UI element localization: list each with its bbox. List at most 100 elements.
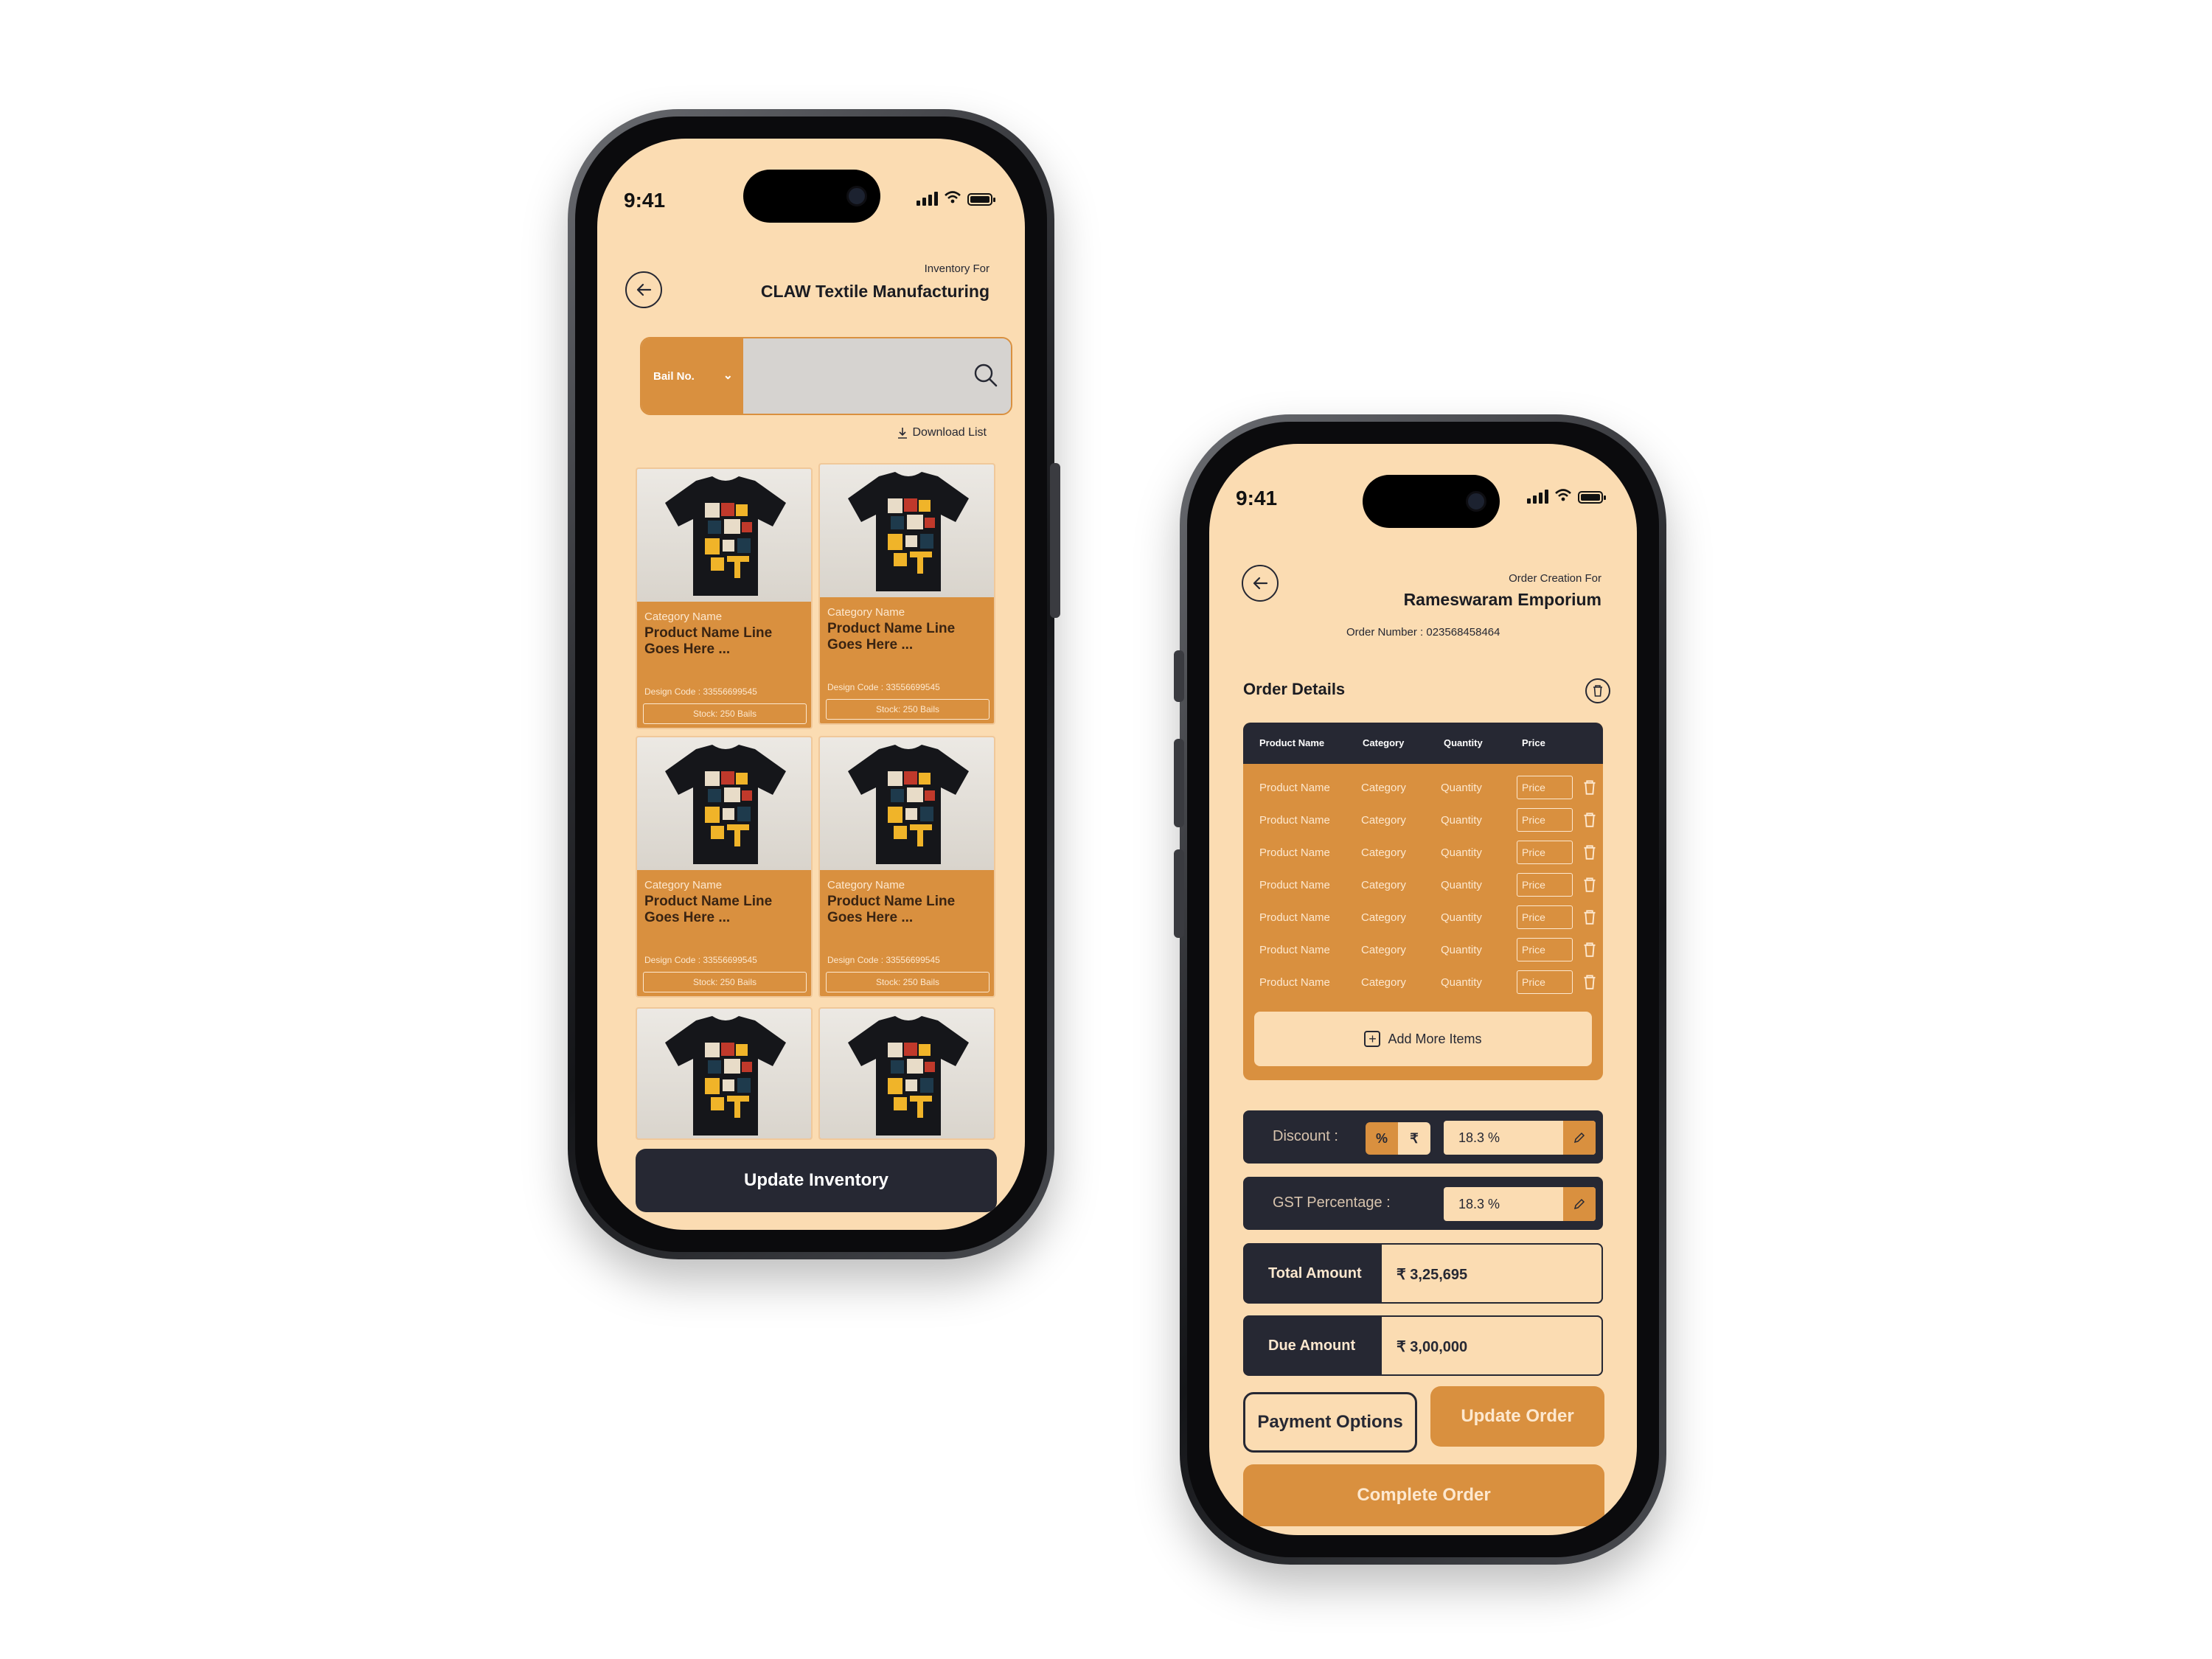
stock-badge: Stock: 250 Bails bbox=[643, 972, 807, 992]
price-input[interactable]: Price bbox=[1517, 970, 1573, 994]
delete-row-icon[interactable] bbox=[1582, 811, 1597, 829]
cell-quantity: Quantity bbox=[1441, 944, 1482, 956]
camera-icon bbox=[846, 186, 867, 206]
edit-gst-button[interactable] bbox=[1563, 1187, 1596, 1221]
price-input[interactable]: Price bbox=[1517, 873, 1573, 897]
cell-category: Category bbox=[1361, 782, 1406, 794]
price-input[interactable]: Price bbox=[1517, 905, 1573, 929]
product-category: Category Name bbox=[644, 879, 723, 891]
product-card[interactable]: Category Name Product Name Line Goes Her… bbox=[818, 736, 995, 998]
dynamic-island bbox=[743, 170, 880, 223]
order-number: Order Number : 023568458464 bbox=[1346, 626, 1500, 639]
status-time: 9:41 bbox=[624, 189, 666, 212]
complete-order-button[interactable]: Complete Order bbox=[1243, 1464, 1604, 1526]
status-time: 9:41 bbox=[1236, 487, 1278, 509]
signal-icon bbox=[917, 192, 938, 206]
cell-product: Product Name bbox=[1259, 976, 1330, 989]
stock-badge: Stock: 250 Bails bbox=[826, 699, 990, 720]
action-button bbox=[1174, 650, 1184, 702]
price-input[interactable]: Price bbox=[1517, 841, 1573, 864]
table-row: Product Name Category Quantity Price bbox=[1243, 901, 1603, 933]
delete-row-icon[interactable] bbox=[1582, 844, 1597, 861]
page-title: Rameswaram Emporium bbox=[1403, 590, 1601, 609]
due-amount-value: ₹ 3,00,000 bbox=[1397, 1339, 1468, 1355]
edit-discount-button[interactable] bbox=[1563, 1121, 1596, 1155]
pencil-icon bbox=[1573, 1198, 1585, 1210]
phone-bezel: 9:41 Order Creation For Rameswaram Empor… bbox=[1187, 422, 1659, 1557]
product-name: Product Name Line Goes Here ... bbox=[827, 621, 956, 653]
update-inventory-button[interactable]: Update Inventory bbox=[636, 1149, 997, 1212]
discount-input[interactable]: 18.3 % bbox=[1444, 1121, 1596, 1155]
column-header: Quantity bbox=[1444, 737, 1483, 748]
product-name: Product Name Line Goes Here ... bbox=[644, 625, 773, 657]
plus-icon: + bbox=[1364, 1031, 1381, 1047]
gst-value: 18.3 % bbox=[1458, 1197, 1500, 1211]
product-card[interactable]: Category Name Product Name Line Goes Her… bbox=[636, 467, 813, 729]
table-row: Product Name Category Quantity Price bbox=[1243, 966, 1603, 998]
product-card[interactable]: Category Name Product Name Line Goes Her… bbox=[636, 736, 813, 998]
delete-row-icon[interactable] bbox=[1582, 941, 1597, 959]
signal-icon bbox=[1527, 490, 1548, 504]
download-list-link[interactable]: Download List bbox=[897, 426, 987, 439]
cell-quantity: Quantity bbox=[1441, 814, 1482, 827]
tshirt-image bbox=[665, 745, 786, 864]
status-icons bbox=[1527, 488, 1606, 504]
delete-row-icon[interactable] bbox=[1582, 973, 1597, 991]
product-category: Category Name bbox=[827, 879, 905, 891]
section-title: Order Details bbox=[1243, 680, 1346, 698]
product-card[interactable] bbox=[818, 1007, 995, 1140]
price-input[interactable]: Price bbox=[1517, 938, 1573, 961]
price-input[interactable]: Price bbox=[1517, 808, 1573, 832]
inventory-screen: 9:41 Inventory For CLAW Textile Manufact… bbox=[597, 139, 1025, 1230]
product-name: Product Name Line Goes Here ... bbox=[644, 894, 773, 925]
column-header: Category bbox=[1363, 737, 1405, 748]
product-category: Category Name bbox=[827, 606, 905, 619]
gst-row: GST Percentage : 18.3 % bbox=[1243, 1177, 1603, 1230]
volume-up-button bbox=[1174, 739, 1184, 827]
discount-row: Discount : % ₹ 18.3 % bbox=[1243, 1110, 1603, 1164]
cell-product: Product Name bbox=[1259, 879, 1330, 891]
delete-row-icon[interactable] bbox=[1582, 908, 1597, 926]
tshirt-image bbox=[665, 1016, 786, 1135]
table-row: Product Name Category Quantity Price bbox=[1243, 933, 1603, 966]
add-more-label: Add More Items bbox=[1388, 1031, 1482, 1046]
tshirt-image bbox=[848, 1016, 969, 1135]
due-amount-label: Due Amount bbox=[1268, 1338, 1356, 1354]
back-button[interactable] bbox=[625, 271, 662, 308]
delete-row-icon[interactable] bbox=[1582, 779, 1597, 796]
rupee-toggle[interactable]: ₹ bbox=[1398, 1122, 1430, 1155]
search-filter-dropdown[interactable]: Bail No. ⌄ bbox=[641, 338, 743, 414]
tshirt-image bbox=[848, 472, 969, 591]
power-button bbox=[1050, 463, 1060, 618]
design-code: Design Code : 33556699545 bbox=[827, 955, 940, 965]
download-list-label: Download List bbox=[912, 426, 987, 439]
phone-bezel: 9:41 Inventory For CLAW Textile Manufact… bbox=[575, 116, 1047, 1252]
cell-quantity: Quantity bbox=[1441, 782, 1482, 794]
delete-row-icon[interactable] bbox=[1582, 876, 1597, 894]
gst-input[interactable]: 18.3 % bbox=[1444, 1187, 1596, 1221]
discount-label: Discount : bbox=[1273, 1128, 1338, 1144]
add-more-items-button[interactable]: + Add More Items bbox=[1254, 1012, 1592, 1066]
back-button[interactable] bbox=[1242, 565, 1279, 602]
cell-quantity: Quantity bbox=[1441, 846, 1482, 859]
phone-order: 9:41 Order Creation For Rameswaram Empor… bbox=[1174, 414, 1666, 1565]
stock-badge: Stock: 250 Bails bbox=[826, 972, 990, 992]
column-header: Price bbox=[1522, 737, 1545, 748]
search-filter-label: Bail No. bbox=[653, 369, 695, 383]
dynamic-island bbox=[1363, 475, 1500, 528]
design-code: Design Code : 33556699545 bbox=[644, 955, 757, 965]
payment-options-button[interactable]: Payment Options bbox=[1243, 1392, 1417, 1453]
product-card[interactable] bbox=[636, 1007, 813, 1140]
clear-order-button[interactable] bbox=[1585, 678, 1610, 703]
back-arrow-icon bbox=[636, 283, 652, 296]
search-icon[interactable] bbox=[971, 361, 1001, 390]
percent-toggle[interactable]: % bbox=[1366, 1122, 1398, 1155]
product-card[interactable]: Category Name Product Name Line Goes Her… bbox=[818, 463, 995, 725]
update-order-button[interactable]: Update Order bbox=[1430, 1386, 1604, 1447]
cell-category: Category bbox=[1361, 846, 1406, 859]
product-image bbox=[820, 1009, 994, 1138]
total-amount-value: ₹ 3,25,695 bbox=[1397, 1267, 1468, 1283]
page-title: CLAW Textile Manufacturing bbox=[760, 282, 990, 301]
product-name: Product Name Line Goes Here ... bbox=[827, 894, 956, 925]
price-input[interactable]: Price bbox=[1517, 776, 1573, 799]
